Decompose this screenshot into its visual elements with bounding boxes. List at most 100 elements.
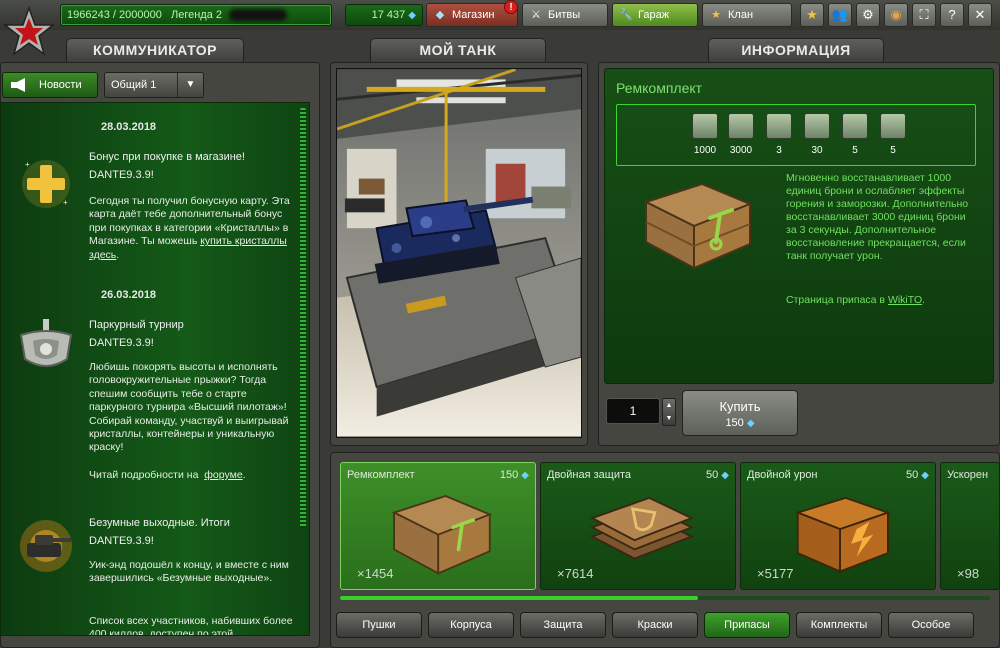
item-card-double-armor[interactable]: Двойная защита 50 ◆ ×7614 <box>540 462 736 590</box>
shelf-scroll-thumb[interactable] <box>340 596 698 600</box>
news-button-label: Новости <box>39 79 82 91</box>
category-supplies[interactable]: Припасы <box>704 612 790 638</box>
cooldown-icon <box>804 113 830 139</box>
item-count: ×1454 <box>357 566 394 581</box>
wiki-link[interactable]: WikiTO <box>888 294 922 306</box>
double-armor-image <box>589 496 694 560</box>
chevron-down-icon[interactable]: ▼ <box>663 412 675 425</box>
garage-button[interactable]: 🔧 Гараж <box>612 3 698 27</box>
item-price: 50 ◆ <box>906 469 929 481</box>
news-button[interactable]: Новости <box>2 72 98 98</box>
tab-communicator: КОММУНИКАТОР <box>66 38 244 62</box>
chevron-up-icon[interactable]: ▲ <box>663 399 675 412</box>
stat-value: 5 <box>852 145 858 156</box>
wiki-prefix: Страница припаса в <box>786 294 886 306</box>
svg-text:+: + <box>25 160 30 169</box>
experience-value: 1966243 / 2000000 <box>67 9 162 21</box>
garage-label: Гараж <box>638 9 670 21</box>
item-count: ×5177 <box>757 566 794 581</box>
item-count: ×7614 <box>557 566 594 581</box>
crystal-icon: ◆ <box>408 10 416 21</box>
item-title: Ремкомплект <box>616 80 703 96</box>
repair-kit-image <box>643 182 753 270</box>
category-special[interactable]: Особое <box>888 612 974 638</box>
fullscreen-icon[interactable]: ⛶ <box>912 3 936 27</box>
crystal-icon: ◆ <box>521 470 529 481</box>
weekend-tank-icon <box>20 520 72 572</box>
crystal-icon: ◆ <box>721 470 729 481</box>
news-author: DANTE9.3.9! <box>89 535 154 547</box>
channel-select[interactable]: Общий 1 ▼ <box>104 72 204 98</box>
item-card-repair-kit[interactable]: Ремкомплект 150 ◆ ×1454 <box>340 462 536 590</box>
buy-button[interactable]: Купить 150 ◆ <box>682 390 798 436</box>
rank-emblem-icon <box>2 6 56 56</box>
stat-fire: 5 <box>835 113 875 156</box>
crossed-swords-icon: ⚔ <box>531 9 541 21</box>
news-feed[interactable]: 28.03.2018 + + Бонус при покупке в магаз… <box>0 102 310 636</box>
item-card-double-damage[interactable]: Двойной урон 50 ◆ ×5177 <box>740 462 936 590</box>
crystals-counter: 17 437 ◆ <box>345 4 423 26</box>
clan-label: Клан <box>728 9 754 21</box>
stat-value: 3 <box>776 145 782 156</box>
item-name: Двойной урон <box>747 469 818 481</box>
stat-freeze: 5 <box>873 113 913 156</box>
stat-timer: 3 <box>759 113 799 156</box>
item-name: Ремкомплект <box>347 469 415 481</box>
item-card-speed-boost[interactable]: Ускорен ×98 <box>940 462 1000 590</box>
news-author: DANTE9.3.9! <box>89 337 154 349</box>
category-hulls[interactable]: Корпуса <box>428 612 514 638</box>
stat-armor-repair: 1000 <box>685 113 725 156</box>
bonus-plus-icon: + + <box>22 160 70 208</box>
repair-kit-image <box>391 495 493 575</box>
settings-icon[interactable]: ⚙ <box>856 3 880 27</box>
category-kits[interactable]: Комплекты <box>796 612 882 638</box>
clan-button[interactable]: ★ Клан <box>702 3 792 27</box>
fire-icon <box>842 113 868 139</box>
wiki-line: Страница припаса в WikiTO. <box>786 294 925 306</box>
tournament-shield-icon <box>19 319 73 367</box>
forum-link[interactable]: форуме <box>204 469 242 481</box>
garage-scene <box>336 68 582 438</box>
news-author: DANTE9.3.9! <box>89 169 154 181</box>
armor-regen-icon <box>728 113 754 139</box>
buy-label: Купить <box>719 399 761 414</box>
svg-text:+: + <box>63 198 68 207</box>
double-damage-image <box>794 496 891 573</box>
diamond-icon: ◆ <box>435 9 445 21</box>
news-scrollbar[interactable] <box>300 108 306 528</box>
news-title: Безумные выходные. Итоги <box>89 517 230 529</box>
category-paints[interactable]: Краски <box>612 612 698 638</box>
item-price: 150 ◆ <box>500 469 529 481</box>
star-icon[interactable]: ★ <box>800 3 824 27</box>
freeze-icon <box>880 113 906 139</box>
item-price: 50 ◆ <box>706 469 729 481</box>
close-icon[interactable]: ✕ <box>968 3 992 27</box>
stat-value: 3000 <box>729 145 753 156</box>
quantity-stepper[interactable]: ▲ ▼ <box>662 398 676 426</box>
news-punct: . <box>242 469 246 481</box>
megaphone-icon <box>11 78 25 92</box>
item-count: ×98 <box>957 566 980 581</box>
news-body: Сегодня ты получил бонусную карту. Эта к… <box>89 195 299 262</box>
item-price-value: 150 <box>499 469 519 481</box>
armor-repair-icon <box>692 113 718 139</box>
item-name: Ускорен <box>947 469 989 481</box>
item-stats: 1000 3000 3 30 5 5 <box>616 104 976 166</box>
news-body: Список всех участников, набивших более 4… <box>89 615 293 636</box>
sound-icon[interactable]: ◉ <box>884 3 908 27</box>
help-icon[interactable]: ? <box>940 3 964 27</box>
stat-value: 5 <box>890 145 896 156</box>
stat-value: 30 <box>811 145 823 156</box>
category-guns[interactable]: Пушки <box>336 612 422 638</box>
news-date: 28.03.2018 <box>101 121 157 133</box>
friends-icon[interactable]: 👥 <box>828 3 852 27</box>
battles-button[interactable]: ⚔ Битвы <box>522 3 608 27</box>
quantity-input[interactable]: 1 <box>606 398 660 424</box>
redacted-username <box>229 9 288 22</box>
crystals-value: 17 437 <box>371 9 406 21</box>
item-name: Двойная защита <box>547 469 632 481</box>
experience-bar: 1966243 / 2000000 Легенда 2 <box>60 4 332 26</box>
news-date: 26.03.2018 <box>101 289 157 301</box>
category-protection[interactable]: Защита <box>520 612 606 638</box>
shelf-scrollbar[interactable] <box>340 596 990 600</box>
